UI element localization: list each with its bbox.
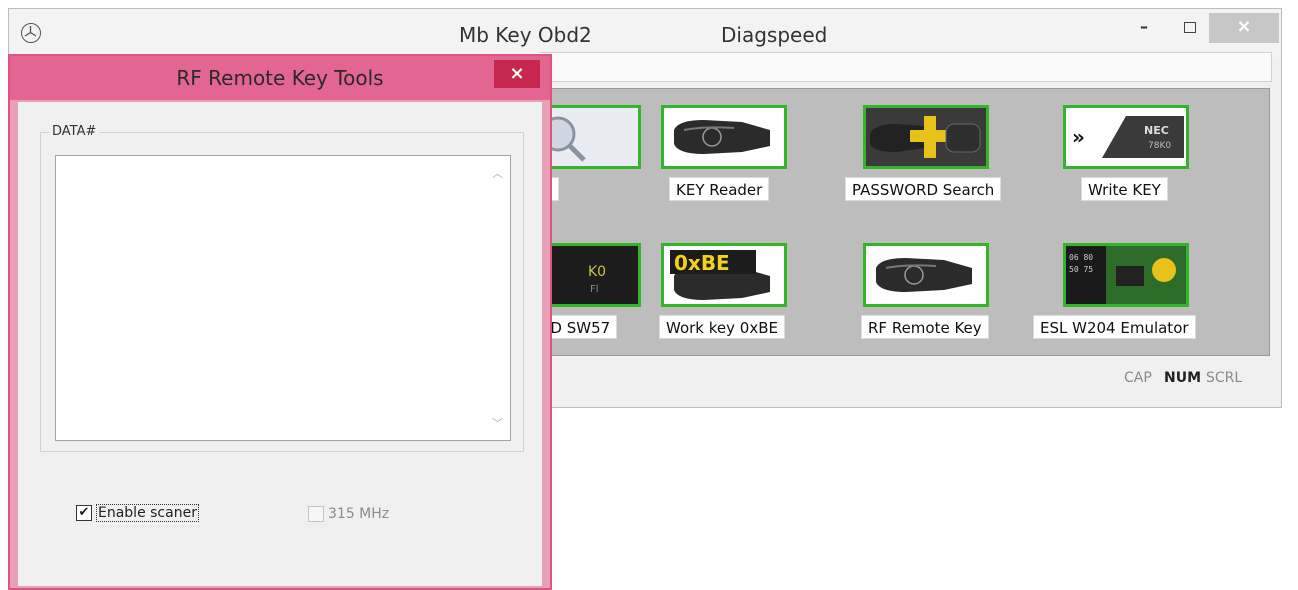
enable-scanner-option[interactable]: ✔ Enable scaner [76,504,199,522]
tools-panel: ls KEY Reader PASSWORD Search »NEC78K0 W… [515,88,1270,356]
svg-text:NEC: NEC [1144,124,1169,137]
tool-item-password-search[interactable]: PASSWORD Search [845,97,1009,217]
status-num: NUM [1164,370,1202,386]
toolbar-strip [540,52,1272,82]
tool-item-work-key[interactable]: 0xBE Work key 0xBE [659,235,809,355]
scroll-up-icon[interactable]: ︿ [492,165,503,181]
mercedes-star-icon [21,23,41,43]
tool-label: KEY Reader [669,177,770,201]
status-cap: CAP [1124,370,1152,386]
car-key-icon [863,243,989,307]
dialog-body: DATA# ︿ ﹀ ✔ Enable scaner 315 MHz [18,102,542,586]
freq-315-checkbox [308,506,324,522]
enable-scanner-checkbox[interactable]: ✔ [76,505,92,521]
maximize-button[interactable] [1175,13,1205,43]
window-title: Mb Key Obd2 [459,23,592,47]
rf-remote-key-dialog: RF Remote Key Tools × DATA# ︿ ﹀ ✔ Enable … [8,54,552,590]
minimize-button[interactable]: – [1129,13,1159,43]
nec-chip-icon: » NEC 78K0 [1063,105,1189,169]
data-textarea[interactable] [55,155,511,441]
freq-315-label: 315 MHz [328,506,390,522]
enable-scanner-label[interactable]: Enable scaner [96,504,199,522]
tool-item-write-key[interactable]: » NEC 78K0 Write KEY [1059,97,1209,217]
dialog-title: RF Remote Key Tools [176,66,384,90]
key-0xbe-icon: 0xBE [661,243,787,307]
svg-text:78K0: 78K0 [1148,141,1171,151]
status-bar: CAP NUM SCRL [540,360,1272,396]
key-0xbe-text: 0xBE [674,251,730,275]
scroll-down-icon[interactable]: ﹀ [492,415,503,431]
svg-text:06 80: 06 80 [1069,253,1093,262]
window-subtitle: Diagspeed [721,23,828,47]
maximize-icon [1184,22,1196,33]
tool-label: Work key 0xBE [659,315,785,339]
data-groupbox: DATA# ︿ ﹀ [40,124,524,452]
tool-label: PASSWORD Search [845,177,1002,201]
svg-text:K0: K0 [588,264,606,280]
tool-label: Write KEY [1081,177,1168,201]
tool-item-esl-w204-emulator[interactable]: 06 80 50 75 ESL W204 Emulator [1033,235,1209,355]
tool-item-rf-remote-key[interactable]: RF Remote Key [859,235,1009,355]
freq-315-option: 315 MHz [308,506,389,522]
svg-text:Fl: Fl [590,284,599,295]
status-scrl: SCRL [1206,370,1243,386]
dialog-titlebar[interactable]: RF Remote Key Tools × [10,56,550,100]
close-button[interactable]: × [1209,13,1279,43]
tool-item-key-reader[interactable]: KEY Reader [659,97,809,217]
dialog-close-button[interactable]: × [494,60,540,88]
key-plus-icon [863,105,989,169]
svg-text:50 75: 50 75 [1069,265,1093,274]
tool-label: RF Remote Key [861,315,989,339]
tool-label: ESL W204 Emulator [1033,315,1196,339]
car-key-icon [661,105,787,169]
svg-text:»: » [1072,125,1085,149]
circuit-board-icon: 06 80 50 75 [1063,243,1189,307]
data-group-label: DATA# [49,124,100,139]
